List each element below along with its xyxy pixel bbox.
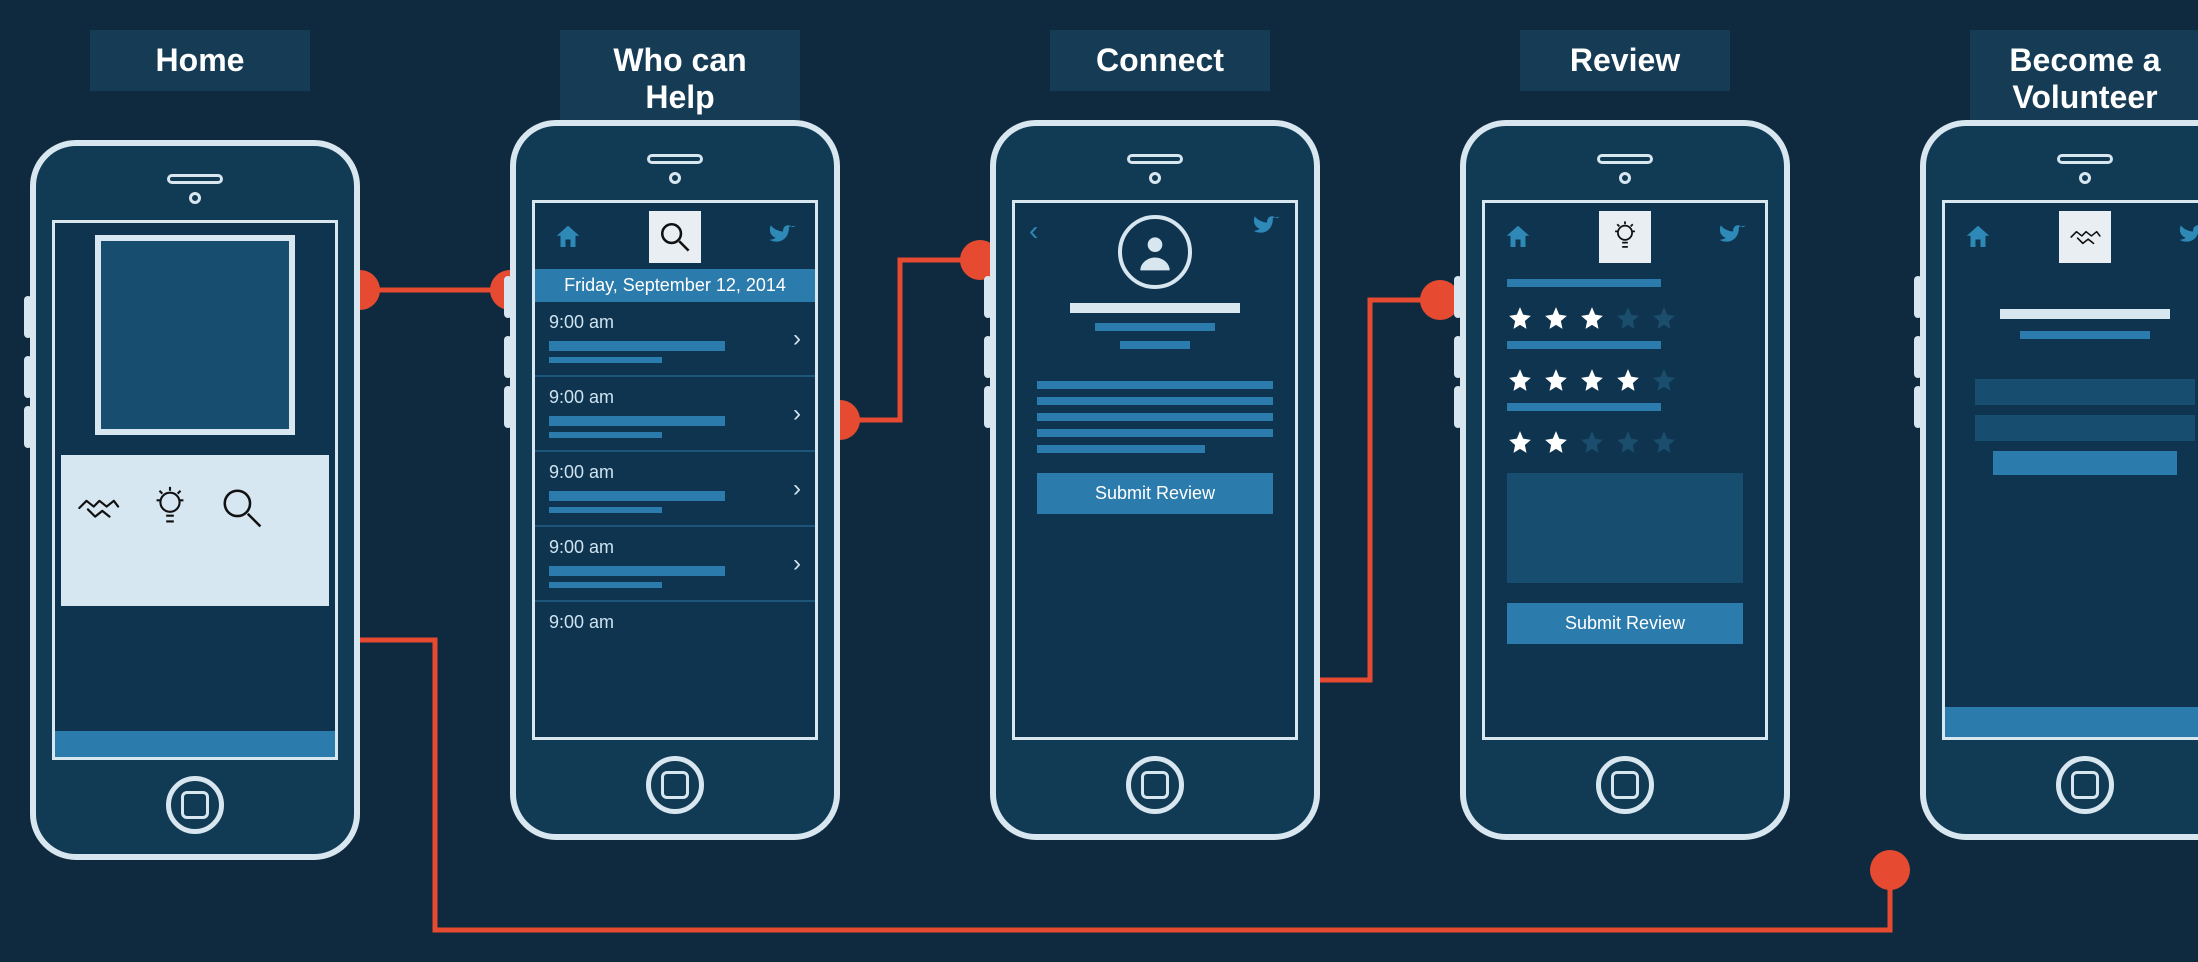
phone-connect: ‹ Submit Review [990,120,1320,840]
star-icon[interactable] [1651,429,1677,455]
screen-volunteer [1942,200,2198,740]
text-line [1037,429,1273,437]
star-icon[interactable] [1615,305,1641,331]
handshake-icon[interactable] [75,485,121,536]
star-icon[interactable] [1543,367,1569,393]
home-button[interactable] [166,776,224,834]
phone-volunteer [1920,120,2198,840]
screen-review: Submit Review [1482,200,1768,740]
back-icon[interactable]: ‹ [1029,215,1038,247]
label-connect: Connect [1050,30,1270,91]
text-line [1037,397,1273,405]
home-button[interactable] [1126,756,1184,814]
home-bottom-bar [55,731,335,757]
search-icon[interactable] [649,211,701,263]
text-line [1037,413,1273,421]
star-icon[interactable] [1507,429,1533,455]
submit-review-button[interactable]: Submit Review [1507,603,1743,644]
form-field[interactable] [1975,379,2195,405]
screen-connect: ‹ Submit Review [1012,200,1298,740]
home-icon-panel [61,455,329,606]
star-icon[interactable] [1579,429,1605,455]
star-icon[interactable] [1507,305,1533,331]
form-button[interactable] [1993,451,2177,475]
twitter-icon[interactable] [1713,218,1751,256]
avatar-icon [1118,215,1192,289]
volunteer-title-placeholder [2000,309,2170,319]
lightbulb-icon[interactable] [147,485,193,536]
label-home: Home [90,30,310,91]
profile-name-placeholder [1070,303,1240,313]
time-slot[interactable]: 9:00 am › [535,302,815,377]
star-icon[interactable] [1651,305,1677,331]
home-image-placeholder [95,235,295,435]
date-header: Friday, September 12, 2014 [535,269,815,302]
search-icon[interactable] [219,485,265,536]
criteria-line [1507,403,1661,411]
twitter-icon[interactable] [763,218,801,256]
profile-sub-placeholder [1095,323,1215,331]
star-icon[interactable] [1543,305,1569,331]
star-row-2[interactable] [1507,367,1743,393]
form-field[interactable] [1975,415,2195,441]
text-line [1037,445,1205,453]
label-volunteer: Become a Volunteer [1970,30,2198,128]
time-slot[interactable]: 9:00 am › [535,452,815,527]
review-textarea[interactable] [1507,473,1743,583]
chevron-right-icon: › [793,550,801,578]
text-line [1037,381,1273,389]
star-icon[interactable] [1579,367,1605,393]
home-button[interactable] [646,756,704,814]
time-slot[interactable]: 9:00 am [535,602,815,653]
twitter-icon[interactable] [1251,213,1281,248]
home-icon[interactable] [1499,218,1537,256]
time-slot[interactable]: 9:00 am › [535,527,815,602]
label-review: Review [1520,30,1730,91]
phone-help: Friday, September 12, 2014 9:00 am › 9:0… [510,120,840,840]
star-icon[interactable] [1615,429,1641,455]
home-button[interactable] [2056,756,2114,814]
bottom-bar [1945,707,2198,737]
criteria-line [1507,279,1661,287]
handshake-icon[interactable] [2059,211,2111,263]
profile-sub-placeholder [1120,341,1190,349]
phone-home [30,140,360,860]
home-button[interactable] [1596,756,1654,814]
twitter-icon[interactable] [2173,218,2198,256]
home-icon[interactable] [549,218,587,256]
star-icon[interactable] [1615,367,1641,393]
chevron-right-icon: › [793,400,801,428]
star-row-3[interactable] [1507,429,1743,455]
star-row-1[interactable] [1507,305,1743,331]
criteria-line [1507,341,1661,349]
screen-help: Friday, September 12, 2014 9:00 am › 9:0… [532,200,818,740]
volunteer-sub-placeholder [2020,331,2150,339]
star-icon[interactable] [1507,367,1533,393]
chevron-right-icon: › [793,475,801,503]
submit-review-button[interactable]: Submit Review [1037,473,1273,514]
chevron-right-icon: › [793,325,801,353]
screen-home [52,220,338,760]
label-help: Who can Help [560,30,800,128]
home-icon[interactable] [1959,218,1997,256]
lightbulb-icon[interactable] [1599,211,1651,263]
star-icon[interactable] [1543,429,1569,455]
star-icon[interactable] [1579,305,1605,331]
phone-review: Submit Review [1460,120,1790,840]
time-slot[interactable]: 9:00 am › [535,377,815,452]
star-icon[interactable] [1651,367,1677,393]
